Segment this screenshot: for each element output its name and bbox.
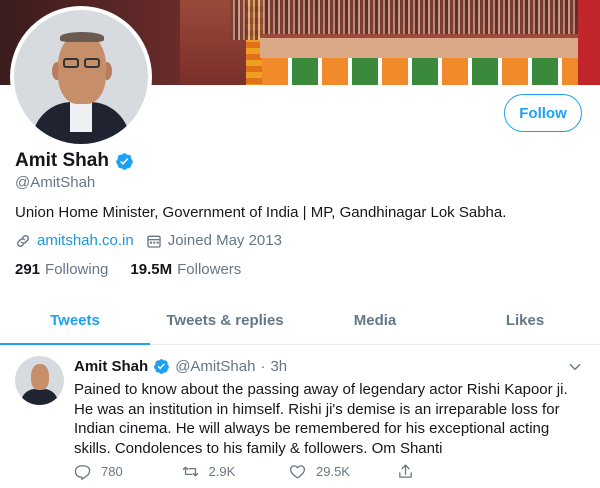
tweet-avatar[interactable] bbox=[15, 356, 64, 405]
tweet-timestamp[interactable]: 3h bbox=[270, 358, 287, 375]
profile-website-link[interactable]: amitshah.co.in bbox=[37, 232, 134, 249]
profile-handle: @AmitShah bbox=[15, 174, 96, 191]
calendar-icon bbox=[147, 235, 161, 248]
following-stat[interactable]: 291 Following bbox=[15, 261, 108, 278]
avatar-photo bbox=[14, 10, 148, 144]
tweet-text-line: skills. Condolences to his family & foll… bbox=[74, 439, 443, 457]
profile-meta: amitshah.co.in Joined May 2013 bbox=[15, 232, 282, 249]
tab-tweets[interactable]: Tweets bbox=[0, 297, 150, 345]
profile-stats: 291 Following 19.5M Followers bbox=[15, 261, 241, 278]
retweet-button[interactable]: 2.9K bbox=[182, 463, 290, 480]
profile-joined-date: Joined May 2013 bbox=[167, 232, 282, 249]
avatar-hair bbox=[60, 32, 104, 42]
following-count: 291 bbox=[15, 261, 41, 278]
followers-stat[interactable]: 19.5M Followers bbox=[130, 261, 241, 278]
banner-flag bbox=[578, 0, 600, 85]
retweet-icon bbox=[182, 466, 198, 477]
banner-ground bbox=[260, 38, 600, 58]
profile-name-row: Amit Shah bbox=[15, 150, 134, 172]
chevron-down-icon[interactable] bbox=[568, 360, 582, 374]
tweet-text-line: He was an institution in himself. Rishi … bbox=[74, 400, 560, 418]
profile-bio: Union Home Minister, Government of India… bbox=[15, 204, 507, 221]
banner-bunting bbox=[262, 58, 600, 85]
avatar-collar bbox=[70, 102, 92, 132]
profile-tabs: Tweets Tweets & replies Media Likes bbox=[0, 297, 600, 345]
tab-tweets-and-replies[interactable]: Tweets & replies bbox=[150, 297, 300, 344]
share-icon bbox=[398, 464, 412, 478]
verified-badge-icon bbox=[154, 359, 170, 374]
following-label: Following bbox=[45, 261, 109, 278]
display-name: Amit Shah bbox=[15, 150, 109, 171]
heart-icon bbox=[289, 465, 306, 479]
tweet-text-line: Pained to know about the passing away of… bbox=[74, 381, 568, 398]
tweet-separator: · bbox=[260, 358, 266, 375]
tweet-author-handle[interactable]: @AmitShah bbox=[175, 358, 255, 375]
followers-count: 19.5M bbox=[130, 261, 173, 278]
link-icon bbox=[17, 234, 29, 247]
tweet-text-line: Indian cinema. He will always be remembe… bbox=[74, 420, 550, 437]
tweet-text: Pained to know about the passing away of… bbox=[74, 380, 574, 458]
followers-label: Followers bbox=[177, 261, 242, 278]
tab-likes[interactable]: Likes bbox=[450, 297, 600, 344]
verified-badge-icon bbox=[116, 152, 133, 170]
retweet-count: 2.9K bbox=[208, 464, 236, 479]
reply-icon bbox=[74, 465, 91, 480]
tweet-avatar-face bbox=[31, 364, 49, 390]
avatar-glasses-left bbox=[63, 58, 79, 68]
share-button[interactable] bbox=[397, 463, 505, 480]
avatar-glasses-right bbox=[84, 58, 100, 68]
reply-count: 780 bbox=[101, 464, 123, 479]
tweet-actions: 780 2.9K 29.5K bbox=[74, 463, 504, 480]
tweet-avatar-vest bbox=[21, 389, 58, 405]
avatar-face bbox=[58, 34, 106, 104]
tweet-header: Amit Shah @AmitShah · 3h bbox=[74, 358, 287, 375]
tab-media[interactable]: Media bbox=[300, 297, 450, 344]
follow-button[interactable]: Follow bbox=[504, 94, 582, 132]
like-count: 29.5K bbox=[316, 464, 350, 479]
reply-button[interactable]: 780 bbox=[74, 463, 182, 480]
profile-avatar[interactable] bbox=[10, 6, 152, 148]
like-button[interactable]: 29.5K bbox=[289, 463, 397, 480]
tweet[interactable]: Amit Shah @AmitShah · 3h Pained to know … bbox=[0, 346, 600, 488]
tweet-author-name[interactable]: Amit Shah bbox=[74, 358, 148, 375]
